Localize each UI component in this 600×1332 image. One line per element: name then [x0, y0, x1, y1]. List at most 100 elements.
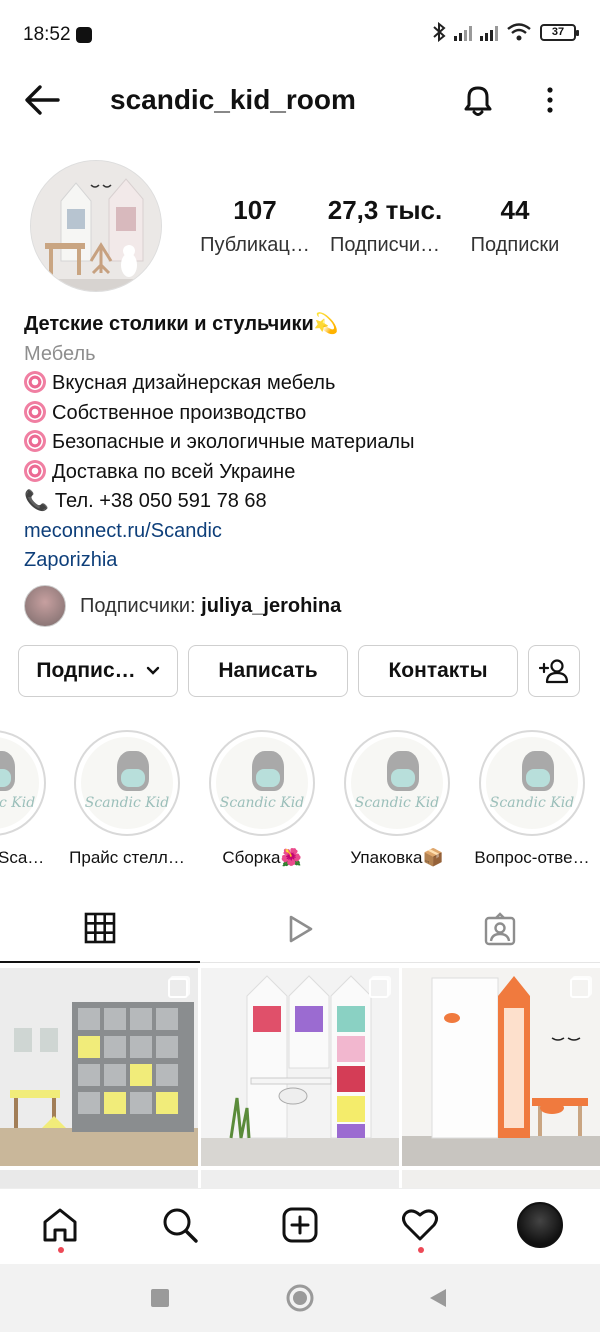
bear-logo-icon [0, 751, 15, 791]
posts-count: 107 [233, 195, 277, 225]
back-arrow-icon[interactable] [22, 82, 62, 118]
profile-tabs [0, 895, 600, 963]
carousel-icon [168, 978, 188, 998]
bio-link[interactable]: meconnect.ru/Scandic [24, 517, 584, 547]
followers-stat[interactable]: 27,3 тыс. Подписчи… [320, 195, 450, 257]
phone-icon: 📞 [24, 490, 49, 512]
carousel-icon [369, 978, 389, 998]
highlight-cover: Scandic Kid [0, 730, 46, 836]
tab-tagged[interactable] [400, 895, 600, 963]
tab-reels[interactable] [200, 895, 400, 963]
tagged-person-icon [484, 912, 516, 946]
system-navigation [0, 1264, 600, 1332]
bio-line: Вкусная дизайнерская мебель [24, 369, 584, 399]
post-thumbnail[interactable] [402, 968, 600, 1166]
bio-line: Безопасные и экологичные материалы [24, 428, 584, 458]
signal-2-icon [480, 23, 498, 41]
followed-by-text: Подписчики: juliya_jerohina [80, 594, 342, 617]
following-count: 44 [500, 195, 530, 225]
nav-activity[interactable] [398, 1203, 442, 1247]
posts-label: Публикац… [200, 234, 310, 256]
lollipop-icon [24, 459, 46, 482]
heart-icon [402, 1209, 438, 1241]
highlight-item[interactable]: Scandic Kid Вопрос-отве… [467, 730, 597, 868]
following-dropdown-button[interactable]: Подпис… [18, 645, 178, 697]
story-highlights: Scandic Kid Sca… Scandic Kid Прайс стелл… [0, 730, 600, 870]
nav-home[interactable] [38, 1203, 82, 1247]
highlight-item[interactable]: Scandic Kid Сборка🌺 [197, 730, 327, 868]
wifi-icon [507, 23, 531, 41]
highlight-label: Вопрос-отве… [474, 848, 590, 867]
home-icon [43, 1208, 77, 1242]
status-time: 18:52 [23, 24, 71, 45]
search-icon [163, 1208, 198, 1243]
home-button-icon[interactable] [286, 1284, 314, 1312]
post-thumbnail[interactable] [201, 968, 399, 1166]
bio-category: Мебель [24, 342, 96, 365]
signal-1-icon [454, 23, 472, 41]
highlight-item[interactable]: Scandic Kid Прайс стелл… [62, 730, 192, 868]
avatar-room-image [31, 161, 161, 291]
chevron-down-icon [146, 666, 159, 675]
profile-bio: Детские столики и стульчики💫 Мебель Вкус… [24, 310, 584, 576]
highlight-item[interactable]: Scandic Kid Sca… [0, 730, 58, 868]
profile-stats: 107 Публикац… 27,3 тыс. Подписчи… 44 Под… [190, 195, 590, 257]
bio-location[interactable]: Zaporizhia [24, 546, 584, 576]
following-button-label: Подпис… [36, 659, 136, 682]
contacts-button[interactable]: Контакты [358, 645, 518, 697]
recent-apps-icon[interactable] [150, 1288, 170, 1308]
bear-logo-icon [387, 751, 419, 791]
highlight-cover: Scandic Kid [479, 730, 585, 836]
lollipop-icon [24, 371, 46, 393]
nav-search[interactable] [158, 1203, 202, 1247]
activity-notification-dot [418, 1247, 424, 1253]
highlight-label: Сборка🌺 [222, 848, 302, 867]
bio-phone: 📞 Тел. +38 050 591 78 68 [24, 487, 584, 517]
bell-icon[interactable] [458, 80, 498, 120]
bear-logo-icon [522, 751, 554, 791]
followed-by-row[interactable]: Подписчики: juliya_jerohina [24, 585, 341, 627]
highlight-cover: Scandic Kid [74, 730, 180, 836]
highlight-label: Упаковка📦 [350, 848, 444, 867]
status-icons: 37 [432, 22, 579, 42]
lollipop-icon [24, 430, 46, 452]
back-button-icon[interactable] [428, 1288, 448, 1308]
tab-grid[interactable] [0, 895, 200, 963]
carousel-icon [570, 978, 590, 998]
suggested-users-button[interactable] [528, 645, 580, 697]
following-label: Подписки [470, 234, 560, 256]
highlight-label: Прайс стелл… [69, 848, 185, 867]
followers-label: Подписчи… [329, 234, 441, 256]
post-thumbnail[interactable] [0, 968, 198, 1166]
highlight-item[interactable]: Scandic Kid Упаковка📦 [332, 730, 462, 868]
bluetooth-icon [433, 22, 446, 42]
bio-line: Собственное производство [24, 399, 584, 429]
follower-avatar [24, 585, 66, 627]
bear-logo-icon [117, 751, 149, 791]
grid-icon [84, 912, 116, 944]
home-notification-dot [58, 1247, 64, 1253]
battery-icon: 37 [540, 23, 579, 41]
highlight-label: Sca… [0, 848, 45, 867]
nav-profile[interactable] [516, 1201, 564, 1249]
nav-create[interactable] [278, 1203, 322, 1247]
lollipop-icon [24, 400, 46, 423]
status-bar: 18:52 37 [0, 0, 600, 72]
profile-username: scandic_kid_room [110, 84, 356, 115]
add-post-icon [282, 1207, 318, 1243]
profile-avatar[interactable] [30, 160, 162, 292]
post-image [402, 968, 600, 1166]
profile-actions: Подпис… Написать Контакты [18, 645, 582, 699]
profile-avatar-small [517, 1202, 563, 1248]
profile-header: scandic_kid_room [0, 72, 600, 128]
add-user-icon [539, 659, 569, 684]
bottom-navigation [0, 1188, 600, 1264]
posts-stat[interactable]: 107 Публикац… [190, 195, 320, 257]
more-options-icon[interactable] [536, 82, 564, 118]
highlight-cover: Scandic Kid [209, 730, 315, 836]
following-stat[interactable]: 44 Подписки [450, 195, 580, 257]
highlight-cover: Scandic Kid [344, 730, 450, 836]
post-image [0, 968, 198, 1166]
post-image [201, 968, 399, 1166]
message-button[interactable]: Написать [188, 645, 348, 697]
